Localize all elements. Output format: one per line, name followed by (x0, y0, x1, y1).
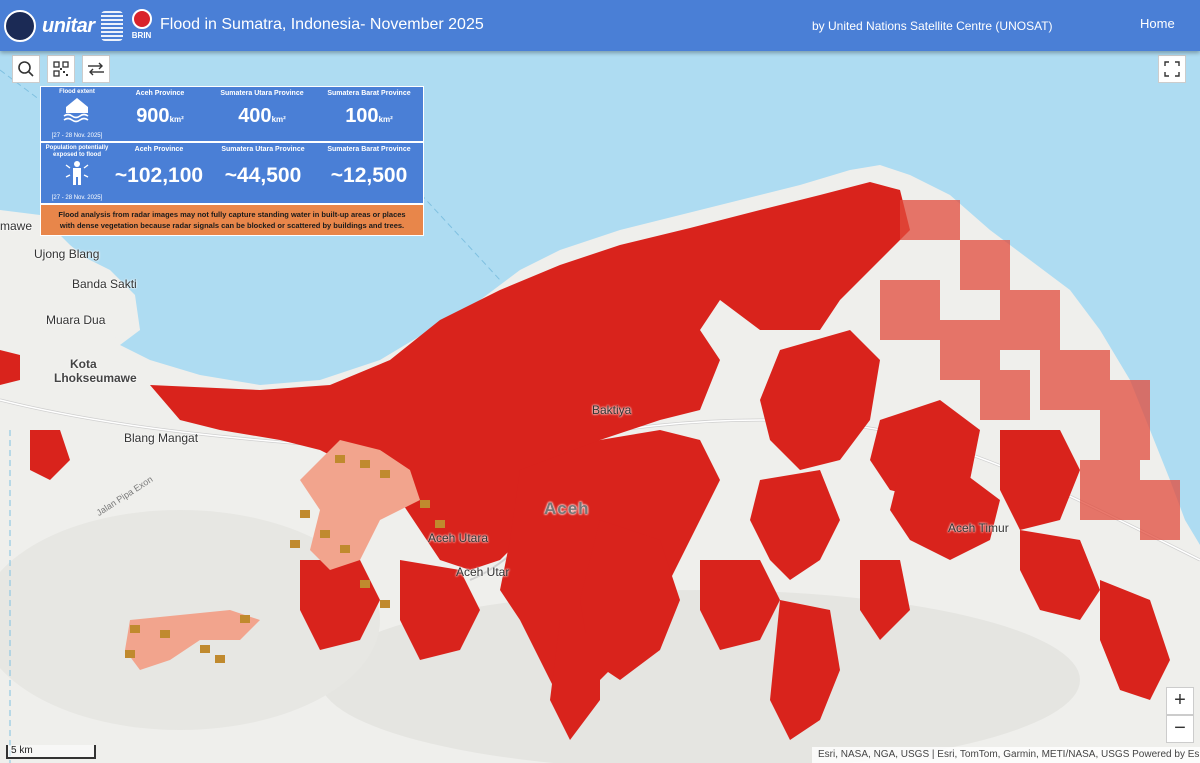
unit-label: km² (169, 115, 184, 124)
unitar-logo: unitar (42, 15, 95, 37)
province-label: Sumatera Utara Province (220, 90, 304, 97)
flood-summary-panel: Flood extent [27 - 28 Nov. 2025] Aceh Pr… (40, 86, 424, 236)
flood-extent-value: 400 (238, 105, 272, 127)
flood-extent-label: Flood extent (59, 89, 95, 95)
partner-logos: unitar BRIN (4, 6, 155, 46)
population-value: ~44,500 (224, 164, 302, 187)
place-label-muara-dua: Muara Dua (46, 313, 106, 327)
flood-house-icon (63, 98, 89, 123)
scale-bar: 5 km (6, 745, 96, 759)
province-label: Aceh Province (135, 90, 185, 97)
province-label: Sumatera Utara Province (221, 146, 305, 153)
qr-code-button[interactable] (47, 55, 75, 83)
unit-label: km² (378, 115, 393, 124)
population-date: [27 - 28 Nov. 2025] (51, 195, 103, 201)
flood-extent-date: [27 - 28 Nov. 2025] (51, 133, 103, 139)
unosat-logo (100, 11, 123, 41)
fullscreen-button[interactable] (1158, 55, 1186, 83)
population-cell: Sumatera Barat Province ~12,500 (317, 143, 421, 203)
place-label-aceh-utara: Aceh Utara (428, 531, 489, 545)
home-link[interactable]: Home (1140, 16, 1175, 31)
map-attribution[interactable]: Esri, NASA, NGA, USGS | Esri, TomTom, Ga… (812, 747, 1200, 763)
zoom-out-button[interactable]: − (1166, 715, 1194, 743)
swipe-button[interactable] (82, 55, 110, 83)
place-label-blang-mangat: Blang Mangat (124, 431, 199, 445)
province-label: Sumatera Barat Province (327, 90, 411, 97)
app-title: Flood in Sumatra, Indonesia- November 20… (160, 16, 484, 33)
un-emblem-logo (4, 10, 36, 42)
province-label: Sumatera Barat Province (327, 146, 411, 153)
swipe-icon (88, 62, 104, 76)
place-label-baktiya: Baktiya (592, 403, 632, 417)
qr-code-icon (53, 61, 69, 77)
flood-extent-cell: Aceh Province 900km² (119, 87, 201, 141)
population-row: Population potentially exposed to flood … (40, 142, 424, 204)
place-label-banda-sakti: Banda Sakti (72, 277, 137, 291)
flood-extent-value: 100 (345, 105, 379, 127)
flood-extent-cell: Sumatera Barat Province 100km² (317, 87, 421, 141)
place-label-aceh-utara-2: Aceh Utar (456, 565, 510, 579)
app-header: unitar BRIN Flood in Sumatra, Indonesia-… (0, 0, 1200, 51)
place-label-aceh: Aceh (544, 499, 590, 518)
flood-extent-row: Flood extent [27 - 28 Nov. 2025] Aceh Pr… (40, 86, 424, 142)
app-credit: by United Nations Satellite Centre (UNOS… (812, 19, 1053, 33)
place-label-lhokseumawe: Lhokseumawe (54, 371, 137, 385)
brin-logo-text: BRIN (131, 31, 152, 40)
fullscreen-icon (1164, 61, 1180, 77)
place-label-ujong-blang: Ujong Blang (34, 247, 100, 261)
population-cell: Aceh Province ~102,100 (111, 143, 207, 203)
population-header: Population potentially exposed to flood … (41, 143, 113, 203)
population-cell: Sumatera Utara Province ~44,500 (211, 143, 315, 203)
province-label: Aceh Province (134, 146, 184, 153)
brin-logo: BRIN (129, 9, 155, 43)
population-value: ~12,500 (330, 164, 408, 187)
radar-disclaimer-note: Flood analysis from radar images may not… (40, 204, 424, 236)
search-button[interactable] (12, 55, 40, 83)
place-label-aceh-timur: Aceh Timur (948, 521, 1009, 535)
place-label-kota: Kota (70, 357, 97, 371)
population-label: Population potentially exposed to flood (45, 145, 109, 158)
flood-extent-cell: Sumatera Utara Province 400km² (207, 87, 317, 141)
zoom-in-button[interactable]: + (1166, 687, 1194, 715)
place-label-mawe: mawe (0, 219, 33, 233)
unit-label: km² (271, 115, 286, 124)
search-icon (18, 61, 34, 77)
flood-extent-value: 900 (136, 105, 170, 127)
population-value: ~102,100 (114, 164, 204, 187)
person-exposed-icon (65, 161, 89, 185)
flood-extent-header: Flood extent [27 - 28 Nov. 2025] (41, 87, 113, 141)
